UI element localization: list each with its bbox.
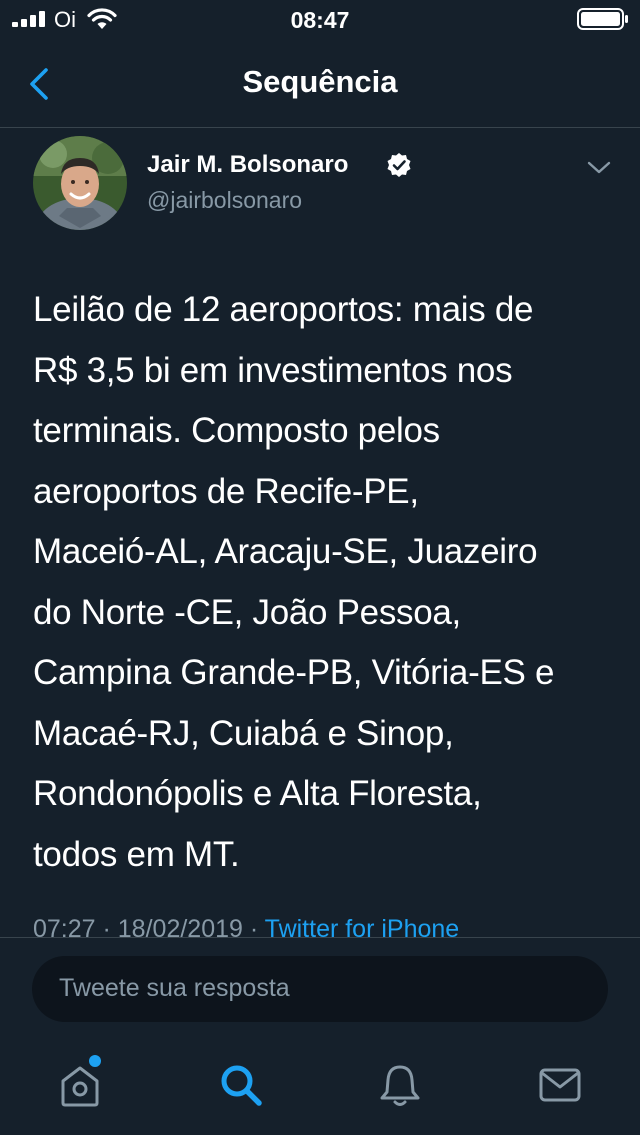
tweet-time: 07:27 <box>33 915 96 937</box>
tab-bar <box>0 1036 640 1135</box>
tweet-detail: Jair M. Bolsonaro @jairbolsonaro Leilão … <box>0 129 640 937</box>
tweet-source-link[interactable]: Twitter for iPhone <box>265 915 460 937</box>
home-icon[interactable] <box>55 1060 105 1110</box>
status-bar: Oi 08:47 <box>0 0 640 40</box>
bell-icon[interactable] <box>375 1060 425 1110</box>
page-title: Sequência <box>242 64 398 99</box>
tweet-text-line: R$ 3,5 bi em investimentos nos <box>33 350 513 390</box>
nav-bar: Sequência <box>0 40 640 128</box>
mail-icon[interactable] <box>535 1060 585 1110</box>
tweet-text-line: Maceió-AL, Aracaju-SE, Juazeiro <box>33 532 538 571</box>
reply-bar: Tweete sua resposta <box>0 937 640 1036</box>
tweet-text-line: do Norte -CE, João Pessoa, <box>33 592 461 632</box>
author-name[interactable]: Jair M. Bolsonaro <box>147 151 348 179</box>
verified-badge-icon <box>387 153 411 177</box>
battery-icon <box>577 8 628 30</box>
status-time: 08:47 <box>290 7 350 33</box>
author-handle[interactable]: @jairbolsonaro <box>147 187 302 214</box>
tweet-text: Leilão de 12 aeroportos: mais de R$ 3,5 … <box>33 280 623 885</box>
meta-separator: · <box>242 915 265 937</box>
tweet-text-line: terminais. Composto pelos <box>33 411 440 450</box>
tweet-text-line: todos em MT. <box>33 834 240 874</box>
tweet-meta: 07:27 · 18/02/2019 · Twitter for iPhone <box>33 915 459 937</box>
tweet-text-line: Rondonópolis e Alta Floresta, <box>33 774 482 813</box>
meta-separator: · <box>95 915 118 937</box>
tweet-text-line: Leilão de 12 aeroportos: mais de <box>33 290 534 329</box>
reply-placeholder: Tweete sua resposta <box>59 974 290 1002</box>
tweet-date: 18/02/2019 <box>117 915 243 937</box>
chevron-down-icon[interactable] <box>586 159 612 177</box>
reply-input[interactable]: Tweete sua resposta <box>32 956 608 1022</box>
tweet-text-line: Macaé-RJ, Cuiabá e Sinop, <box>33 713 454 753</box>
avatar[interactable] <box>33 136 127 230</box>
notification-dot <box>89 1055 101 1067</box>
search-icon[interactable] <box>216 1060 266 1110</box>
tweet-text-line: Campina Grande-PB, Vitória-ES e <box>33 653 555 692</box>
tweet-text-line: aeroportos de Recife-PE, <box>33 471 419 511</box>
